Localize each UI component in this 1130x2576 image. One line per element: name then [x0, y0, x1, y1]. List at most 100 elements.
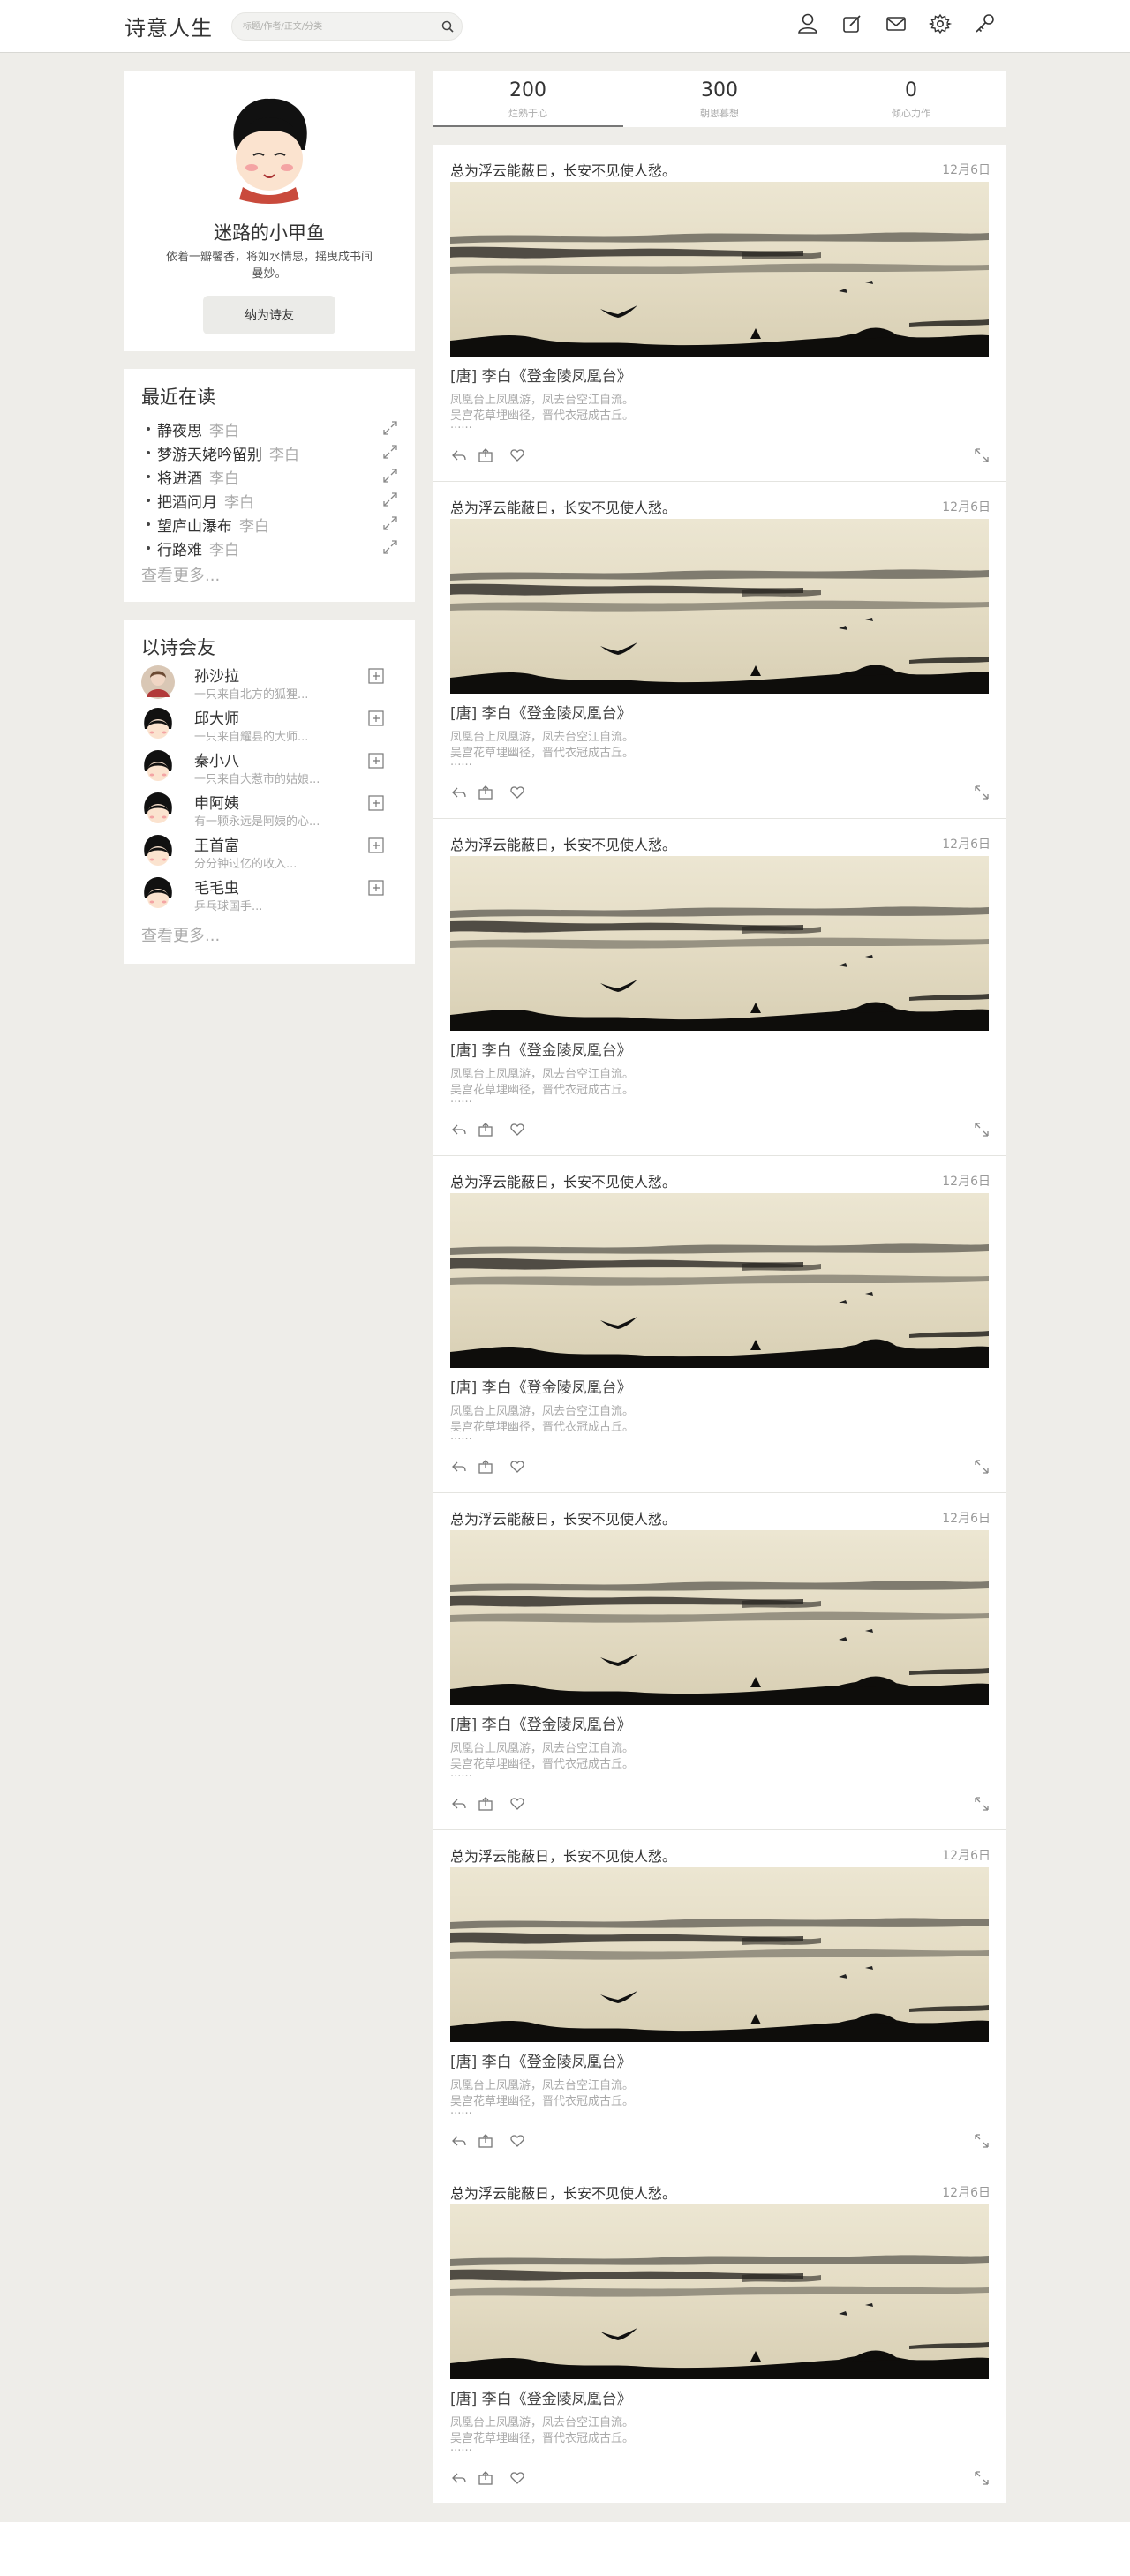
- tab-works[interactable]: 0 倾心力作: [816, 71, 1006, 127]
- friend-item[interactable]: 王首富 分分钟过亿的收入...: [141, 835, 399, 877]
- post-source[interactable]: [唐] 李白《登金陵凤凰台》: [450, 2386, 632, 2408]
- post-image[interactable]: [450, 519, 989, 694]
- site-logo[interactable]: 诗意人生: [124, 11, 213, 41]
- expand-icon[interactable]: [973, 1795, 991, 1813]
- post-quote[interactable]: 总为浮云能蔽日，长安不见使人愁。: [450, 1507, 676, 1528]
- friend-item[interactable]: 申阿姨 有一颗永远是阿姨的心...: [141, 792, 399, 835]
- expand-icon[interactable]: [381, 443, 399, 461]
- post-image[interactable]: [450, 1867, 989, 2042]
- friend-name[interactable]: 王首富: [194, 833, 239, 855]
- recent-item[interactable]: 行路难 李白: [141, 536, 399, 560]
- add-friend-icon[interactable]: [367, 710, 385, 727]
- friend-avatar[interactable]: [141, 835, 175, 868]
- reply-icon[interactable]: [450, 1458, 468, 1476]
- reply-icon[interactable]: [450, 447, 468, 464]
- heart-icon[interactable]: [508, 784, 526, 801]
- share-icon[interactable]: [477, 1458, 494, 1476]
- share-icon[interactable]: [477, 447, 494, 464]
- post-image[interactable]: [450, 856, 989, 1031]
- friend-item[interactable]: 秦小八 一只来自大惹市的姑娘...: [141, 750, 399, 792]
- friend-avatar[interactable]: [141, 750, 175, 784]
- heart-icon[interactable]: [508, 2469, 526, 2487]
- post-quote[interactable]: 总为浮云能蔽日，长安不见使人愁。: [450, 2182, 676, 2203]
- post-source[interactable]: [唐] 李白《登金陵凤凰台》: [450, 2049, 632, 2071]
- expand-icon[interactable]: [973, 1121, 991, 1138]
- post-quote[interactable]: 总为浮云能蔽日，长安不见使人愁。: [450, 496, 676, 517]
- post-image[interactable]: [450, 182, 989, 357]
- expand-icon[interactable]: [381, 419, 399, 437]
- post-quote[interactable]: 总为浮云能蔽日，长安不见使人愁。: [450, 833, 676, 854]
- friend-avatar[interactable]: [141, 708, 175, 741]
- post-image[interactable]: [450, 2204, 989, 2379]
- expand-icon[interactable]: [381, 514, 399, 532]
- recent-item[interactable]: 望庐山瀑布 李白: [141, 512, 399, 536]
- expand-icon[interactable]: [381, 491, 399, 508]
- add-friend-icon[interactable]: [367, 879, 385, 897]
- recent-item[interactable]: 将进酒 李白: [141, 464, 399, 488]
- reply-icon[interactable]: [450, 784, 468, 801]
- share-icon[interactable]: [477, 2132, 494, 2150]
- post-image[interactable]: [450, 1193, 989, 1368]
- post-quote[interactable]: 总为浮云能蔽日，长安不见使人愁。: [450, 1170, 676, 1191]
- post-quote[interactable]: 总为浮云能蔽日，长安不见使人愁。: [450, 159, 676, 180]
- share-icon[interactable]: [477, 2469, 494, 2487]
- post-quote[interactable]: 总为浮云能蔽日，长安不见使人愁。: [450, 1844, 676, 1866]
- friend-avatar[interactable]: [141, 792, 175, 826]
- recent-item[interactable]: 把酒问月 李白: [141, 488, 399, 512]
- heart-icon[interactable]: [508, 2132, 526, 2150]
- expand-icon[interactable]: [973, 784, 991, 801]
- recent-item-title[interactable]: 梦游天姥吟留别: [157, 447, 262, 464]
- friend-name[interactable]: 孙沙拉: [194, 664, 239, 686]
- heart-icon[interactable]: [508, 1121, 526, 1138]
- expand-icon[interactable]: [973, 2469, 991, 2487]
- post-source[interactable]: [唐] 李白《登金陵凤凰台》: [450, 1712, 632, 1734]
- friend-item[interactable]: 邱大师 一只来自耀县的大师...: [141, 708, 399, 750]
- tab-longing[interactable]: 300 朝思暮想: [624, 71, 815, 127]
- post-source[interactable]: [唐] 李白《登金陵凤凰台》: [450, 1375, 632, 1397]
- expand-icon[interactable]: [973, 447, 991, 464]
- share-icon[interactable]: [477, 1121, 494, 1138]
- expand-icon[interactable]: [973, 2132, 991, 2150]
- friend-avatar[interactable]: [141, 665, 175, 699]
- expand-icon[interactable]: [973, 1458, 991, 1476]
- recent-item-title[interactable]: 把酒问月: [157, 494, 217, 512]
- friend-name[interactable]: 秦小八: [194, 748, 239, 770]
- add-friend-icon[interactable]: [367, 752, 385, 770]
- search-icon[interactable]: [441, 19, 455, 34]
- reply-icon[interactable]: [450, 1795, 468, 1813]
- heart-icon[interactable]: [508, 1458, 526, 1476]
- post-source[interactable]: [唐] 李白《登金陵凤凰台》: [450, 364, 632, 386]
- share-icon[interactable]: [477, 1795, 494, 1813]
- heart-icon[interactable]: [508, 1795, 526, 1813]
- heart-icon[interactable]: [508, 447, 526, 464]
- reply-icon[interactable]: [450, 1121, 468, 1138]
- post-source[interactable]: [唐] 李白《登金陵凤凰台》: [450, 701, 632, 723]
- friend-name[interactable]: 邱大师: [194, 706, 239, 728]
- search-input[interactable]: [243, 13, 428, 40]
- mail-icon[interactable]: [883, 11, 909, 37]
- expand-icon[interactable]: [381, 538, 399, 556]
- friend-avatar[interactable]: [141, 877, 175, 911]
- friends-more-link[interactable]: 查看更多...: [141, 923, 220, 946]
- friend-name[interactable]: 毛毛虫: [194, 875, 239, 897]
- friend-item[interactable]: 孙沙拉 一只来自北方的狐狸...: [141, 665, 399, 708]
- recent-item-title[interactable]: 静夜思: [157, 423, 202, 440]
- reply-icon[interactable]: [450, 2469, 468, 2487]
- recent-item[interactable]: 静夜思 李白: [141, 417, 399, 440]
- settings-icon[interactable]: [927, 11, 953, 37]
- user-icon[interactable]: [795, 11, 821, 37]
- tab-memorized[interactable]: 200 烂熟于心: [433, 71, 623, 127]
- recent-item[interactable]: 梦游天姥吟留别 李白: [141, 440, 399, 464]
- share-icon[interactable]: [477, 784, 494, 801]
- recent-more-link[interactable]: 查看更多...: [141, 563, 220, 586]
- add-friend-icon[interactable]: [367, 837, 385, 854]
- expand-icon[interactable]: [381, 467, 399, 484]
- recent-item-title[interactable]: 望庐山瀑布: [157, 518, 232, 536]
- follow-button[interactable]: 纳为诗友: [203, 296, 335, 334]
- add-friend-icon[interactable]: [367, 794, 385, 812]
- recent-item-title[interactable]: 将进酒: [157, 470, 202, 488]
- friend-item[interactable]: 毛毛虫 乒乓球国手...: [141, 877, 399, 920]
- post-source[interactable]: [唐] 李白《登金陵凤凰台》: [450, 1038, 632, 1060]
- post-image[interactable]: [450, 1530, 989, 1705]
- recent-item-title[interactable]: 行路难: [157, 542, 202, 560]
